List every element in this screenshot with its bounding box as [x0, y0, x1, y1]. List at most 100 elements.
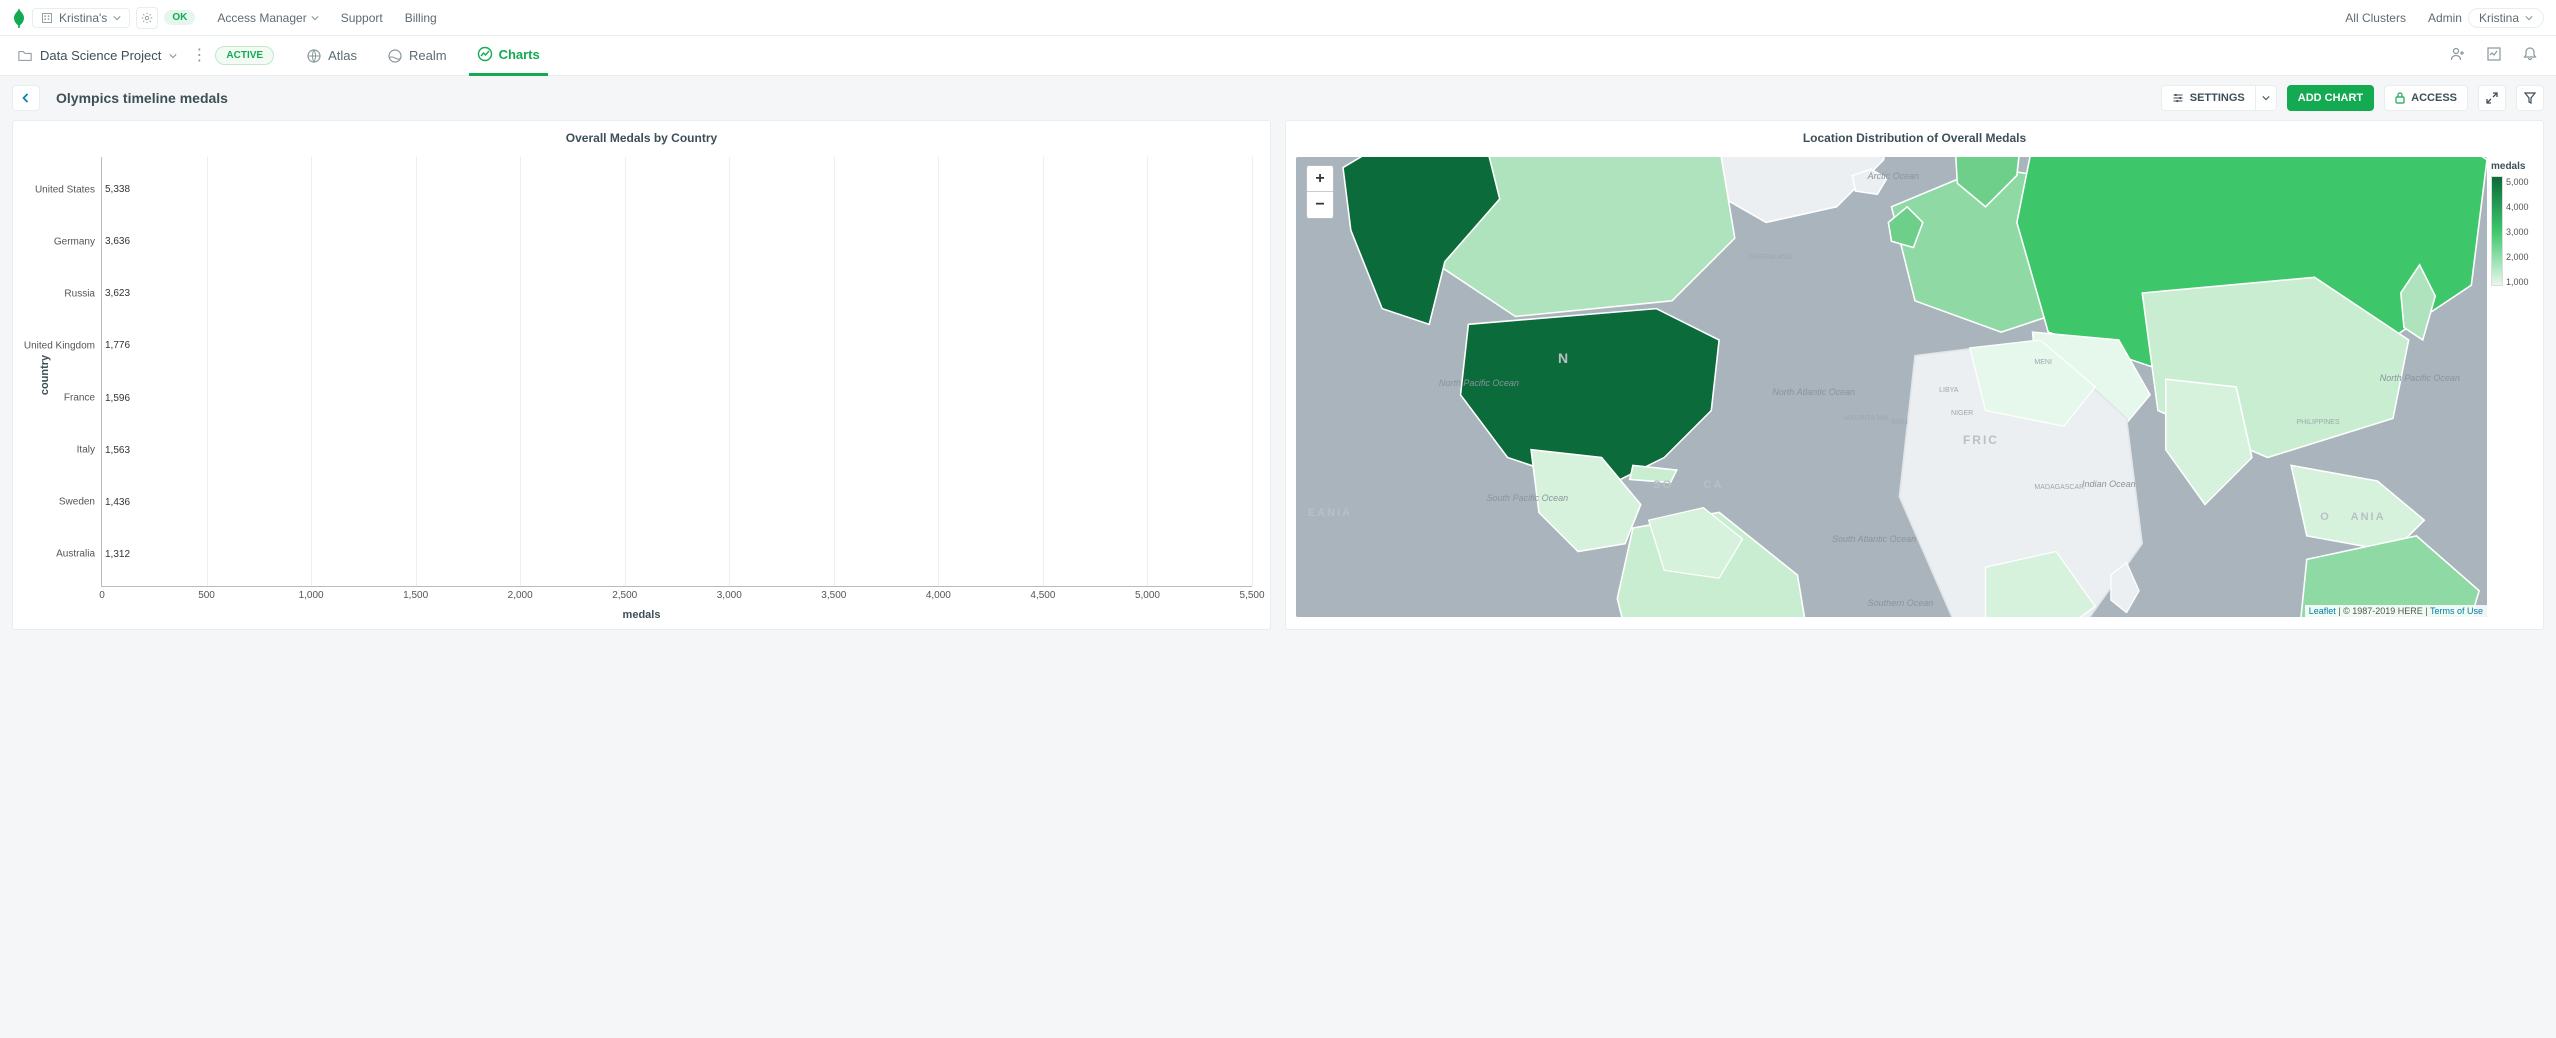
x-tick-label: 3,000 [717, 590, 742, 601]
legend-gradient [2491, 176, 2503, 286]
support-link[interactable]: Support [341, 11, 383, 25]
settings-icon [2172, 92, 2184, 104]
legend-tick: 4,000 [2506, 202, 2529, 212]
bar-category-label: Australia [56, 549, 95, 560]
x-tick-label: 5,500 [1239, 590, 1264, 601]
x-tick-label: 5,000 [1135, 590, 1160, 601]
settings-button-group: SETTINGS [2161, 85, 2277, 111]
bar-category-label: Sweden [59, 497, 95, 508]
back-button[interactable] [12, 85, 40, 111]
y-axis-label: country [39, 355, 51, 395]
bar-value-label: 1,436 [105, 497, 130, 508]
activity-icon[interactable] [2486, 46, 2502, 65]
legend-tick: 2,000 [2506, 252, 2529, 262]
legend-tick: 3,000 [2506, 227, 2529, 237]
bar-value-label: 3,623 [105, 288, 130, 299]
bar-row: Sweden1,436 [101, 483, 130, 521]
map-chart-title: Location Distribution of Overall Medals [1286, 121, 2543, 151]
bar-category-label: Italy [77, 445, 95, 456]
org-selector[interactable]: Kristina's [32, 8, 130, 28]
admin-link[interactable]: Admin [2428, 11, 2462, 25]
nav-charts[interactable]: Charts [469, 36, 548, 76]
x-tick-label: 0 [99, 590, 105, 601]
folder-icon [18, 49, 32, 63]
bar-category-label: Russia [64, 288, 95, 299]
map-chart-card: Location Distribution of Overall Medals [1285, 120, 2544, 630]
caret-down-icon [311, 14, 319, 22]
bell-icon[interactable] [2522, 46, 2538, 65]
filter-button[interactable] [2516, 85, 2544, 111]
legend-tick: 1,000 [2506, 277, 2529, 287]
bar-chart-title: Overall Medals by Country [13, 121, 1270, 151]
x-tick-label: 500 [198, 590, 215, 601]
leaflet-link[interactable]: Leaflet [2309, 606, 2336, 616]
bar-row: United States5,338 [101, 171, 130, 209]
bar-row: Italy1,563 [101, 431, 130, 469]
settings-dropdown[interactable] [2256, 85, 2277, 111]
all-clusters-link[interactable]: All Clusters [2345, 11, 2406, 25]
charts-icon [477, 46, 493, 62]
fullscreen-button[interactable] [2478, 85, 2506, 111]
project-selector[interactable]: Data Science Project [18, 48, 177, 63]
x-tick-label: 2,000 [508, 590, 533, 601]
bar-chart-card: Overall Medals by Country country medals… [12, 120, 1271, 630]
settings-button[interactable]: SETTINGS [2161, 85, 2256, 111]
chevron-left-icon [21, 93, 31, 103]
bar-row: Germany3,636 [101, 223, 130, 261]
x-tick-label: 4,500 [1030, 590, 1055, 601]
x-axis-label: medals [623, 609, 661, 621]
building-icon [41, 12, 53, 24]
map-attribution: Leaflet | © 1987-2019 HERE | Terms of Us… [2305, 605, 2487, 617]
zoom-in-button[interactable]: + [1307, 166, 1333, 192]
choropleth-map [1296, 157, 2487, 617]
page-title: Olympics timeline medals [56, 90, 228, 106]
map-legend: medals 5,000 4,000 3,000 2,000 1,000 [2491, 161, 2535, 286]
active-badge: ACTIVE [215, 46, 274, 65]
expand-icon [2486, 92, 2498, 104]
bar-row: United Kingdom1,776 [101, 327, 130, 365]
caret-down-icon [169, 52, 177, 60]
zoom-out-button[interactable]: − [1307, 192, 1333, 218]
filter-icon [2524, 92, 2536, 104]
bar-value-label: 1,563 [105, 445, 130, 456]
bar-row: France1,596 [101, 379, 130, 417]
x-tick-label: 2,500 [612, 590, 637, 601]
lock-icon [2395, 92, 2405, 104]
legend-tick: 5,000 [2506, 177, 2529, 187]
map-zoom-control: + − [1306, 165, 1334, 219]
legend-title: medals [2491, 161, 2535, 172]
caret-down-icon [2525, 14, 2533, 22]
bar-value-label: 5,338 [105, 184, 130, 195]
status-badge: OK [164, 10, 195, 25]
org-settings-button[interactable] [136, 7, 158, 29]
invite-icon[interactable] [2450, 46, 2466, 65]
nav-atlas[interactable]: Atlas [298, 36, 365, 76]
bar-category-label: United States [35, 184, 95, 195]
bar-category-label: United Kingdom [24, 340, 95, 351]
x-tick-label: 1,000 [299, 590, 324, 601]
org-name: Kristina's [59, 11, 107, 25]
realm-icon [387, 48, 403, 64]
bar-category-label: Germany [54, 236, 95, 247]
x-tick-label: 1,500 [403, 590, 428, 601]
access-button[interactable]: ACCESS [2384, 85, 2468, 111]
mongodb-leaf-icon [12, 11, 26, 25]
billing-link[interactable]: Billing [405, 11, 437, 25]
caret-down-icon [2262, 94, 2270, 102]
bar-value-label: 3,636 [105, 236, 130, 247]
bar-category-label: France [64, 393, 95, 404]
user-menu[interactable]: Kristina [2468, 8, 2544, 28]
map-area[interactable]: Arctic Ocean North Pacific Ocean North P… [1296, 157, 2487, 617]
x-tick-label: 4,000 [926, 590, 951, 601]
add-chart-button[interactable]: ADD CHART [2287, 85, 2374, 111]
gear-icon [141, 12, 153, 24]
terms-link[interactable]: Terms of Use [2430, 606, 2483, 616]
caret-down-icon [113, 14, 121, 22]
bar-row: Australia1,312 [101, 535, 130, 573]
bar-value-label: 1,776 [105, 340, 130, 351]
nav-realm[interactable]: Realm [379, 36, 455, 76]
atlas-icon [306, 48, 322, 64]
bar-value-label: 1,312 [105, 549, 130, 560]
access-manager-link[interactable]: Access Manager [217, 11, 318, 25]
bar-value-label: 1,596 [105, 393, 130, 404]
